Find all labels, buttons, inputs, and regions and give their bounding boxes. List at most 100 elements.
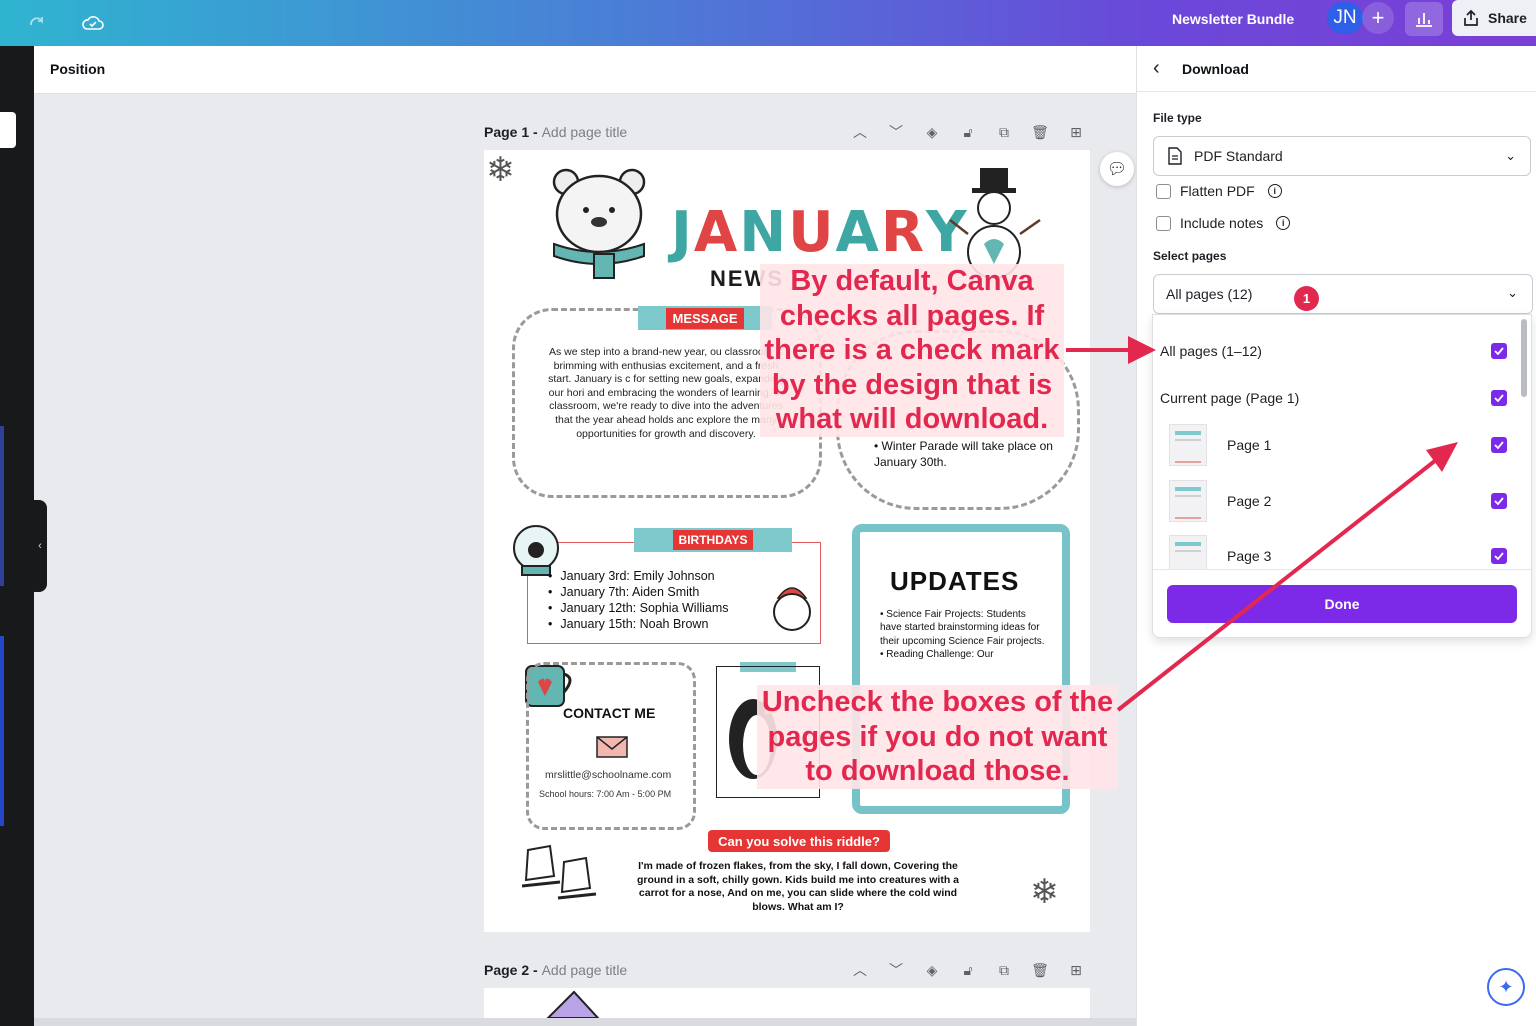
select-pages-dropdown[interactable]: All pages (12) 1 ⌄ — [1153, 274, 1533, 314]
option-checkbox[interactable] — [1491, 437, 1507, 453]
include-notes-label: Include notes — [1180, 215, 1264, 231]
chevron-up-icon[interactable]: ︿ — [846, 958, 874, 982]
add-page-icon[interactable]: ⊞ — [1062, 958, 1090, 982]
add-collaborator-button[interactable]: + — [1362, 2, 1394, 34]
contact-heading: CONTACT ME — [563, 705, 656, 721]
pages-dropdown-menu: All pages (1–12) Current page (Page 1) P… — [1152, 314, 1532, 638]
option-all-pages[interactable]: All pages (1–12) — [1153, 339, 1519, 363]
page-header: Page 1 - Add page title ︿ ﹀ ◈ 🔓︎ ⧉ 🗑︎ ⊞ — [484, 120, 1090, 144]
option-label: Page 2 — [1227, 493, 1272, 509]
step-badge: 1 — [1294, 286, 1319, 311]
page-number: Page 1 - — [484, 124, 542, 140]
redo-icon[interactable] — [22, 8, 52, 38]
option-checkbox[interactable] — [1491, 493, 1507, 509]
flatten-pdf-checkbox[interactable] — [1156, 183, 1171, 199]
info-icon[interactable]: i — [1267, 184, 1282, 198]
option-checkbox[interactable] — [1491, 343, 1507, 359]
contact-hours: School hours: 7:00 Am - 5:00 PM — [539, 789, 672, 799]
include-notes-option[interactable]: Include notes i — [1156, 215, 1291, 231]
message-banner: MESSAGE — [638, 306, 772, 330]
rail-indicator — [0, 636, 4, 826]
snowflake-icon: ❄ — [486, 151, 515, 189]
ice-skates-icon — [521, 844, 597, 900]
collapse-panel-handle[interactable]: ‹ — [33, 500, 47, 592]
rail-indicator — [0, 426, 4, 586]
magic-sparkle-icon[interactable]: ✦ — [1487, 968, 1525, 1006]
panel-title: Download — [1182, 61, 1249, 77]
contact-email: mrslittle@schoolname.com — [545, 769, 672, 781]
lock-icon[interactable]: 🔓︎ — [954, 958, 982, 982]
update-item: • Reading Challenge: Our — [880, 649, 994, 661]
file-type-label: File type — [1153, 111, 1202, 125]
flatten-pdf-label: Flatten PDF — [1180, 183, 1255, 199]
snowman-face-icon — [773, 587, 811, 631]
comment-add-icon[interactable]: 💬︎ — [1100, 152, 1134, 186]
trash-icon[interactable]: 🗑︎ — [1026, 958, 1054, 982]
lock-icon[interactable]: 🔓︎ — [954, 120, 982, 144]
option-checkbox[interactable] — [1491, 548, 1507, 564]
file-type-select[interactable]: PDF Standard ⌄ — [1153, 136, 1531, 176]
add-page-icon[interactable]: ⊞ — [1062, 120, 1090, 144]
duplicate-icon[interactable]: ⧉ — [990, 958, 1018, 982]
update-text: Reading Challenge: Our — [886, 649, 994, 661]
option-current-page[interactable]: Current page (Page 1) — [1153, 386, 1519, 410]
option-label: All pages (1–12) — [1160, 343, 1262, 359]
event-item: Winter Parade will take place on January… — [874, 439, 1053, 469]
message-heading: MESSAGE — [666, 307, 744, 329]
document-icon — [1168, 147, 1182, 165]
back-arrow-icon[interactable]: ‹ — [1153, 58, 1173, 78]
chevron-up-icon[interactable]: ︿ — [846, 120, 874, 144]
page-header: Page 2 - Add page title ︿ ﹀ ◈ 🔓︎ ⧉ 🗑︎ ⊞ — [484, 958, 1090, 982]
option-checkbox[interactable] — [1491, 390, 1507, 406]
page-number: Page 2 - — [484, 962, 542, 978]
sidebar-tab[interactable] — [0, 112, 16, 148]
page-thumbnail — [1169, 480, 1207, 522]
divider — [1153, 569, 1531, 570]
title-letter: A — [835, 200, 881, 265]
title-letter: J — [671, 200, 694, 265]
share-upload-icon — [1464, 9, 1478, 26]
page-title-placeholder[interactable]: Add page title — [542, 124, 628, 140]
option-page-3[interactable]: Page 3 — [1153, 534, 1519, 569]
page-label[interactable]: Page 1 - Add page title — [484, 124, 627, 140]
include-notes-checkbox[interactable] — [1156, 215, 1171, 231]
title-letter: N — [739, 200, 789, 265]
insights-button[interactable] — [1405, 2, 1443, 36]
page-title-placeholder[interactable]: Add page title — [542, 962, 628, 978]
hide-page-icon[interactable]: ◈ — [918, 120, 946, 144]
birthday-item: January 3rd: Emily Johnson — [548, 568, 729, 584]
cloud-saved-icon[interactable] — [78, 8, 108, 38]
hide-page-icon[interactable]: ◈ — [918, 958, 946, 982]
info-icon[interactable]: i — [1276, 216, 1291, 230]
trash-icon[interactable]: 🗑︎ — [1026, 120, 1054, 144]
annotation-note: By default, Canva checks all pages. If t… — [760, 264, 1064, 437]
horizontal-scrollbar[interactable] — [34, 1018, 1144, 1026]
chevron-down-icon: ⌄ — [1505, 148, 1516, 163]
chevron-down-icon[interactable]: ﹀ — [882, 120, 910, 144]
riddle-banner: Can you solve this riddle? — [708, 830, 890, 852]
update-item: • Science Fair Projects: Students have s… — [880, 609, 1045, 647]
contact-frame: CONTACT ME mrslittle@schoolname.com Scho… — [526, 662, 696, 830]
title-letter: A — [693, 200, 740, 265]
file-type-value: PDF Standard — [1194, 148, 1283, 164]
option-page-2[interactable]: Page 2 — [1153, 479, 1519, 523]
dropdown-scrollbar[interactable] — [1521, 319, 1527, 397]
flatten-pdf-option[interactable]: Flatten PDF i — [1156, 183, 1282, 199]
option-page-1[interactable]: Page 1 — [1153, 423, 1519, 467]
message-text: As we step into a brand-new year, ou cla… — [548, 346, 784, 440]
select-pages-value: All pages (12) — [1166, 286, 1253, 302]
pages-option-list: All pages (1–12) Current page (Page 1) P… — [1153, 315, 1519, 569]
share-button[interactable]: Share — [1452, 0, 1536, 36]
chevron-down-icon: ⌄ — [1507, 285, 1518, 300]
update-text: Science Fair Projects: Students have sta… — [880, 609, 1045, 647]
page-label[interactable]: Page 2 - Add page title — [484, 962, 627, 978]
chevron-down-icon[interactable]: ﹀ — [882, 958, 910, 982]
share-label: Share — [1488, 10, 1527, 26]
birthdays-heading: BIRTHDAYS — [672, 530, 754, 550]
duplicate-icon[interactable]: ⧉ — [990, 120, 1018, 144]
page-thumbnail — [1169, 535, 1207, 569]
avatar[interactable]: JN — [1327, 2, 1363, 34]
done-button[interactable]: Done — [1167, 585, 1517, 623]
design-title[interactable]: Newsletter Bundle — [1172, 10, 1294, 28]
position-button[interactable]: Position — [50, 61, 105, 77]
